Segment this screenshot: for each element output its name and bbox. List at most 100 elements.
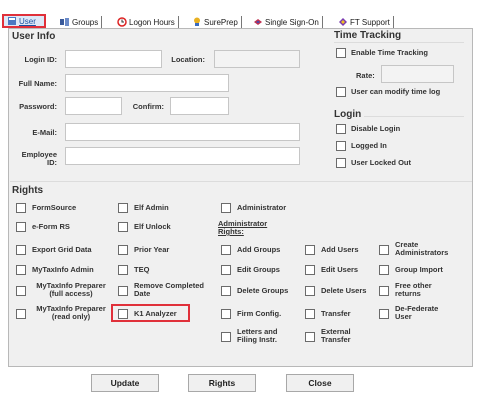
administrator-label: Administrator <box>237 203 287 212</box>
password-field[interactable] <box>65 97 122 115</box>
free-other-returns-label: Free other returns <box>395 282 432 298</box>
password-label: Password: <box>19 102 57 111</box>
tab-groups[interactable]: Groups <box>60 16 103 28</box>
free-other-returns-checkbox[interactable] <box>379 286 389 296</box>
k1-analyzer-checkbox[interactable] <box>118 309 128 319</box>
mytaxinfo-preparer-full-checkbox[interactable] <box>16 286 26 296</box>
sign-on-icon <box>254 19 262 25</box>
enable-time-tracking-checkbox[interactable] <box>336 48 346 58</box>
prior-year-checkbox[interactable] <box>118 245 128 255</box>
elf-admin-checkbox[interactable] <box>118 203 128 213</box>
user-tab-icon <box>8 17 16 25</box>
edit-users-checkbox[interactable] <box>305 265 315 275</box>
email-field[interactable] <box>65 123 300 141</box>
rate-field[interactable] <box>381 65 454 83</box>
remove-completed-date-checkbox[interactable] <box>118 286 128 296</box>
enable-time-tracking-label: Enable Time Tracking <box>351 48 428 57</box>
tab-single-sign-on-label: Single Sign-On <box>265 17 319 27</box>
groups-icon <box>60 18 69 26</box>
k1-analyzer-label: K1 Analyzer <box>134 309 177 318</box>
add-groups-label: Add Groups <box>237 245 281 254</box>
external-transfer-checkbox[interactable] <box>305 332 315 342</box>
de-federate-user-label: De-Federate User <box>395 305 438 321</box>
export-grid-data-checkbox[interactable] <box>16 245 26 255</box>
tab-logon-hours[interactable]: Logon Hours <box>117 16 179 28</box>
tab-sureprep-label: SurePrep <box>204 17 238 27</box>
add-groups-checkbox[interactable] <box>221 245 231 255</box>
eform-rs-checkbox[interactable] <box>16 222 26 232</box>
administrator-rights-label-line2: Rights: <box>218 227 244 236</box>
confirm-field[interactable] <box>170 97 229 115</box>
remove-completed-date-label: Remove Completed Date <box>134 282 204 298</box>
group-import-checkbox[interactable] <box>379 265 389 275</box>
tab-ft-support-label: FT Support <box>350 17 390 27</box>
delete-users-checkbox[interactable] <box>305 286 315 296</box>
letters-filing-instr-label-line2: Filing Instr. <box>237 335 278 344</box>
full-name-label: Full Name: <box>18 79 57 88</box>
add-users-checkbox[interactable] <box>305 245 315 255</box>
location-label: Location: <box>171 55 205 64</box>
full-name-field[interactable] <box>65 74 229 92</box>
delete-groups-label: Delete Groups <box>237 286 289 295</box>
close-button[interactable]: Close <box>286 374 354 392</box>
rate-label: Rate: <box>356 71 375 80</box>
update-button[interactable]: Update <box>91 374 159 392</box>
disable-login-label: Disable Login <box>351 124 401 133</box>
logged-in-checkbox[interactable] <box>336 141 346 151</box>
mytaxinfo-preparer-read-checkbox[interactable] <box>16 309 26 319</box>
edit-groups-label: Edit Groups <box>237 265 280 274</box>
teq-checkbox[interactable] <box>118 265 128 275</box>
delete-groups-checkbox[interactable] <box>221 286 231 296</box>
edit-groups-checkbox[interactable] <box>221 265 231 275</box>
user-locked-out-label: User Locked Out <box>351 158 412 167</box>
user-locked-out-checkbox[interactable] <box>336 158 346 168</box>
formsource-checkbox[interactable] <box>16 203 26 213</box>
login-divider <box>364 116 464 117</box>
tab-ft-support[interactable]: FT Support <box>338 16 394 28</box>
free-other-returns-label-line2: returns <box>395 289 421 298</box>
disable-login-checkbox[interactable] <box>336 124 346 134</box>
tab-single-sign-on[interactable]: Single Sign-On <box>253 16 323 28</box>
login-id-label: Login ID: <box>24 55 58 64</box>
rights-divider <box>10 181 472 182</box>
elf-admin-label: Elf Admin <box>134 203 169 212</box>
create-administrators-checkbox[interactable] <box>379 245 389 255</box>
administrator-checkbox[interactable] <box>221 203 231 213</box>
sureprep-icon <box>194 17 200 26</box>
support-icon <box>339 18 347 26</box>
de-federate-user-checkbox[interactable] <box>379 309 389 319</box>
mytaxinfo-preparer-full-label: MyTaxInfo Preparer (full access) <box>30 282 112 298</box>
transfer-checkbox[interactable] <box>305 309 315 319</box>
letters-filing-instr-checkbox[interactable] <box>221 332 231 342</box>
mytaxinfo-preparer-read-label: MyTaxInfo Preparer (read only) <box>30 305 112 321</box>
create-administrators-label: Create Administrators <box>395 241 448 257</box>
rights-button[interactable]: Rights <box>188 374 256 392</box>
eform-rs-label: e-Form RS <box>32 222 70 231</box>
tab-bar: User Groups Logon Hours SurePrep Single … <box>0 14 486 28</box>
login-id-field[interactable] <box>65 50 162 68</box>
firm-config-label: Firm Config. <box>237 309 282 318</box>
rights-title: Rights <box>12 185 44 196</box>
export-grid-data-label: Export Grid Data <box>32 245 92 254</box>
location-field[interactable] <box>214 50 300 68</box>
mytaxinfo-preparer-read-label-line2: (read only) <box>51 312 91 321</box>
mytaxinfo-admin-checkbox[interactable] <box>16 265 26 275</box>
edit-users-label: Edit Users <box>321 265 359 274</box>
employee-id-label-line2: ID: <box>47 158 57 167</box>
letters-filing-instr-label: Letters and Filing Instr. <box>237 328 277 344</box>
elf-unlock-label: Elf Unlock <box>134 222 171 231</box>
elf-unlock-checkbox[interactable] <box>118 222 128 232</box>
teq-label: TEQ <box>134 265 150 274</box>
user-modify-time-log-label: User can modify time log <box>351 87 441 96</box>
tab-user[interactable]: User <box>2 14 46 28</box>
remove-completed-date-label-line2: Date <box>134 289 151 298</box>
user-info-title: User Info <box>12 31 56 42</box>
administrator-rights-label: Administrator Rights: <box>218 220 267 236</box>
group-import-label: Group Import <box>395 265 443 274</box>
firm-config-checkbox[interactable] <box>221 309 231 319</box>
user-modify-time-log-checkbox[interactable] <box>336 87 346 97</box>
tab-sureprep[interactable]: SurePrep <box>192 16 242 28</box>
clock-icon <box>117 17 127 27</box>
de-federate-user-label-line2: User <box>395 312 412 321</box>
employee-id-field[interactable] <box>65 147 300 165</box>
